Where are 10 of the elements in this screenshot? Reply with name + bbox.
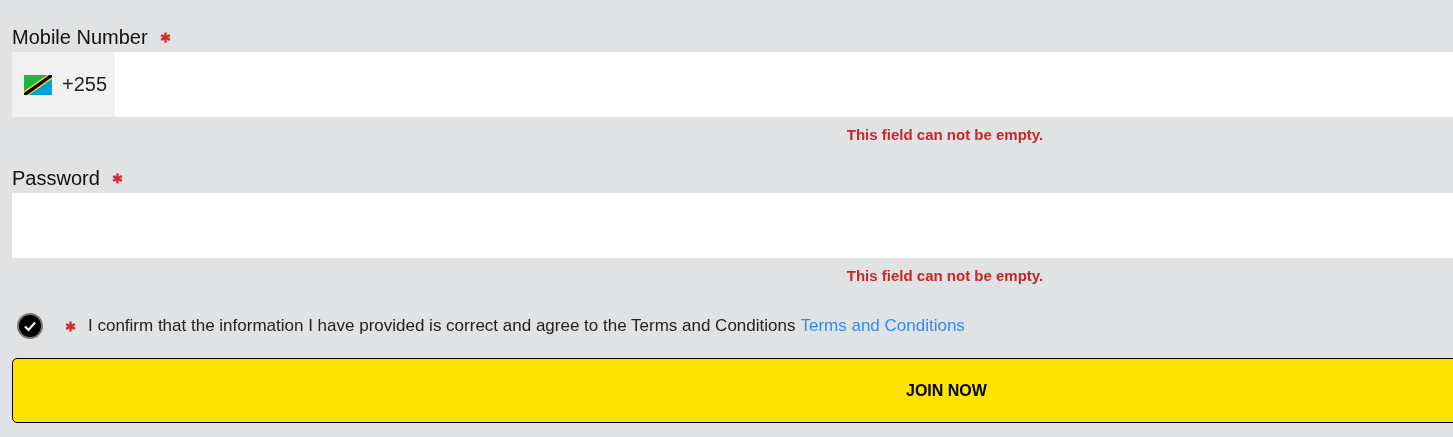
error-message: This field can not be empty. (846, 125, 1044, 143)
country-code-selector[interactable]: +255 (12, 52, 116, 117)
flag-icon (24, 74, 52, 95)
error-message: This field can not be empty. (846, 266, 1044, 284)
consent-text: I confirm that the information I have provided is correct and agree to the Terms and Conditions (88, 316, 796, 336)
password-field[interactable] (12, 193, 1453, 258)
checkbox[interactable] (17, 313, 43, 339)
field-label: Password (12, 166, 100, 190)
join-now-button[interactable]: JOIN NOW (12, 358, 1453, 423)
field-label: Mobile Number (12, 25, 148, 49)
